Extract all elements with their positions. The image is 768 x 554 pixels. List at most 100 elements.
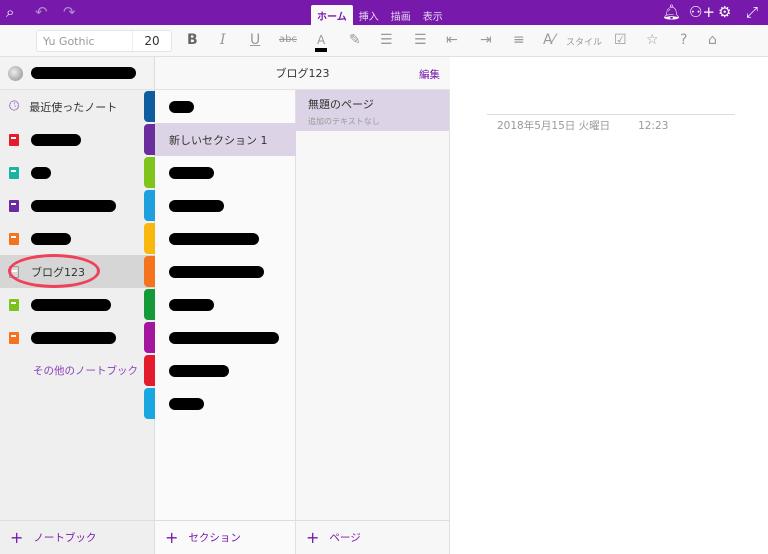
section-color-tab[interactable] [144, 124, 155, 155]
more-notebooks-link[interactable]: その他のノートブック [33, 363, 138, 378]
font-picker[interactable]: Yu Gothic 20 [36, 30, 172, 52]
redacted-label [169, 265, 264, 278]
add-page-button[interactable]: + ページ [296, 520, 450, 554]
plus-icon: + [306, 528, 320, 547]
section-color-tab[interactable] [144, 190, 155, 221]
page-list: 無題のページ 追加のテキストなし [296, 90, 450, 554]
redacted-label [31, 133, 81, 146]
redacted-label [169, 364, 229, 377]
section-item[interactable] [155, 354, 296, 387]
page-preview: 追加のテキストなし [308, 117, 380, 126]
indent-icon[interactable]: ⇥ [480, 32, 492, 48]
section-color-tab[interactable] [144, 91, 155, 122]
help-icon[interactable]: ? [680, 32, 687, 48]
redacted-label [169, 166, 214, 179]
recent-notes-item[interactable]: 🕓︎ 最近使ったノート [0, 90, 155, 123]
section-item[interactable] [155, 189, 296, 222]
account-row[interactable] [0, 57, 154, 90]
redo-icon[interactable]: ↷ [63, 3, 76, 21]
section-item[interactable] [155, 222, 296, 255]
notebook-item[interactable] [0, 123, 155, 156]
section-item[interactable] [155, 288, 296, 321]
section-color-tab[interactable] [144, 355, 155, 386]
section-label: 新しいセクション 1 [169, 133, 268, 147]
bell-icon[interactable]: 🔔︎ [662, 3, 681, 21]
section-item-selected[interactable]: 新しいセクション 1 [155, 123, 296, 156]
font-color-button[interactable]: A [315, 32, 328, 52]
font-name-field[interactable]: Yu Gothic [37, 31, 133, 51]
redacted-label [169, 397, 204, 410]
add-person-icon[interactable]: ⚇+ [689, 3, 715, 21]
redacted-label [31, 298, 111, 311]
search-icon[interactable]: ⌕ [6, 3, 14, 21]
page-date: 2018年5月15日 火曜日 12:23 [497, 120, 669, 132]
notebook-item[interactable] [0, 222, 155, 255]
add-section-label: セクション [188, 532, 241, 544]
add-notebook-label: ノートブック [33, 532, 97, 544]
tag-icon[interactable]: ⌂ [708, 32, 717, 48]
tab-home[interactable]: ホーム [311, 5, 353, 25]
add-page-label: ページ [329, 532, 361, 544]
notebook-item[interactable] [0, 288, 155, 321]
tab-draw[interactable]: 描画 [385, 5, 417, 25]
notebook-item[interactable] [0, 156, 155, 189]
redacted-account [31, 67, 136, 79]
section-item[interactable] [155, 321, 296, 354]
undo-icon[interactable]: ↶ [35, 3, 48, 21]
section-color-tab[interactable] [144, 223, 155, 254]
notebook-item[interactable] [0, 189, 155, 222]
bold-button[interactable]: B [187, 32, 198, 48]
edit-button[interactable]: 編集 [419, 67, 440, 82]
style-icon[interactable]: A⁄ [543, 32, 555, 48]
font-size-field[interactable]: 20 [133, 34, 171, 48]
section-color-tab[interactable] [144, 289, 155, 320]
notebook-icon [9, 133, 19, 146]
red-annotation-circle [8, 254, 100, 288]
redacted-label [31, 232, 71, 245]
redacted-label [169, 199, 224, 212]
redacted-label [169, 100, 194, 113]
gear-icon[interactable]: ⚙ [718, 3, 731, 21]
numbered-list-icon[interactable]: ☰ [414, 32, 427, 48]
add-notebook-button[interactable]: + ノートブック [0, 520, 155, 554]
notebook-item[interactable] [0, 321, 155, 354]
title-underline [487, 114, 735, 115]
highlighter-icon[interactable]: ✎ [349, 32, 361, 48]
redacted-label [31, 166, 51, 179]
section-item[interactable] [155, 90, 296, 123]
recent-notes-label: 最近使ったノート [29, 100, 118, 114]
notebook-icon [9, 298, 19, 311]
star-icon[interactable]: ☆ [646, 32, 659, 48]
strikethrough-button[interactable]: abc [279, 32, 297, 48]
section-color-tab[interactable] [144, 256, 155, 287]
expand-icon[interactable]: ⤢ [746, 3, 758, 21]
add-section-button[interactable]: + セクション [155, 520, 296, 554]
notebook-icon [9, 166, 19, 179]
style-button[interactable]: スタイル [566, 35, 602, 51]
align-icon[interactable]: ≡ [513, 32, 525, 48]
redacted-label [31, 331, 116, 344]
notebook-icon [9, 331, 19, 344]
notebook-icon [9, 199, 19, 212]
section-color-tab[interactable] [144, 322, 155, 353]
notebook-title: ブログ123 [275, 67, 330, 80]
bullet-list-icon[interactable]: ☰ [380, 32, 393, 48]
italic-button[interactable]: I [220, 32, 226, 48]
tab-view[interactable]: 表示 [417, 5, 449, 25]
section-header: ブログ123 編集 [155, 57, 450, 90]
plus-icon: + [10, 528, 24, 547]
note-canvas[interactable]: 2018年5月15日 火曜日 12:23 [451, 57, 768, 554]
plus-icon: + [165, 528, 179, 547]
page-item[interactable]: 無題のページ 追加のテキストなし [296, 90, 449, 131]
section-item[interactable] [155, 255, 296, 288]
underline-button[interactable]: U [250, 32, 260, 48]
outdent-icon[interactable]: ⇤ [446, 32, 458, 48]
top-bar: ⌕ ↶ ↷ ホーム 挿入 描画 表示 🔔︎ ⚇+ ⚙ ⤢ [0, 0, 768, 25]
section-item[interactable] [155, 387, 296, 420]
checkbox-tag-icon[interactable]: ☑ [614, 32, 627, 48]
section-item[interactable] [155, 156, 296, 189]
section-color-tab[interactable] [144, 157, 155, 188]
section-color-tab[interactable] [144, 388, 155, 419]
tab-insert[interactable]: 挿入 [353, 5, 385, 25]
redacted-label [169, 298, 214, 311]
